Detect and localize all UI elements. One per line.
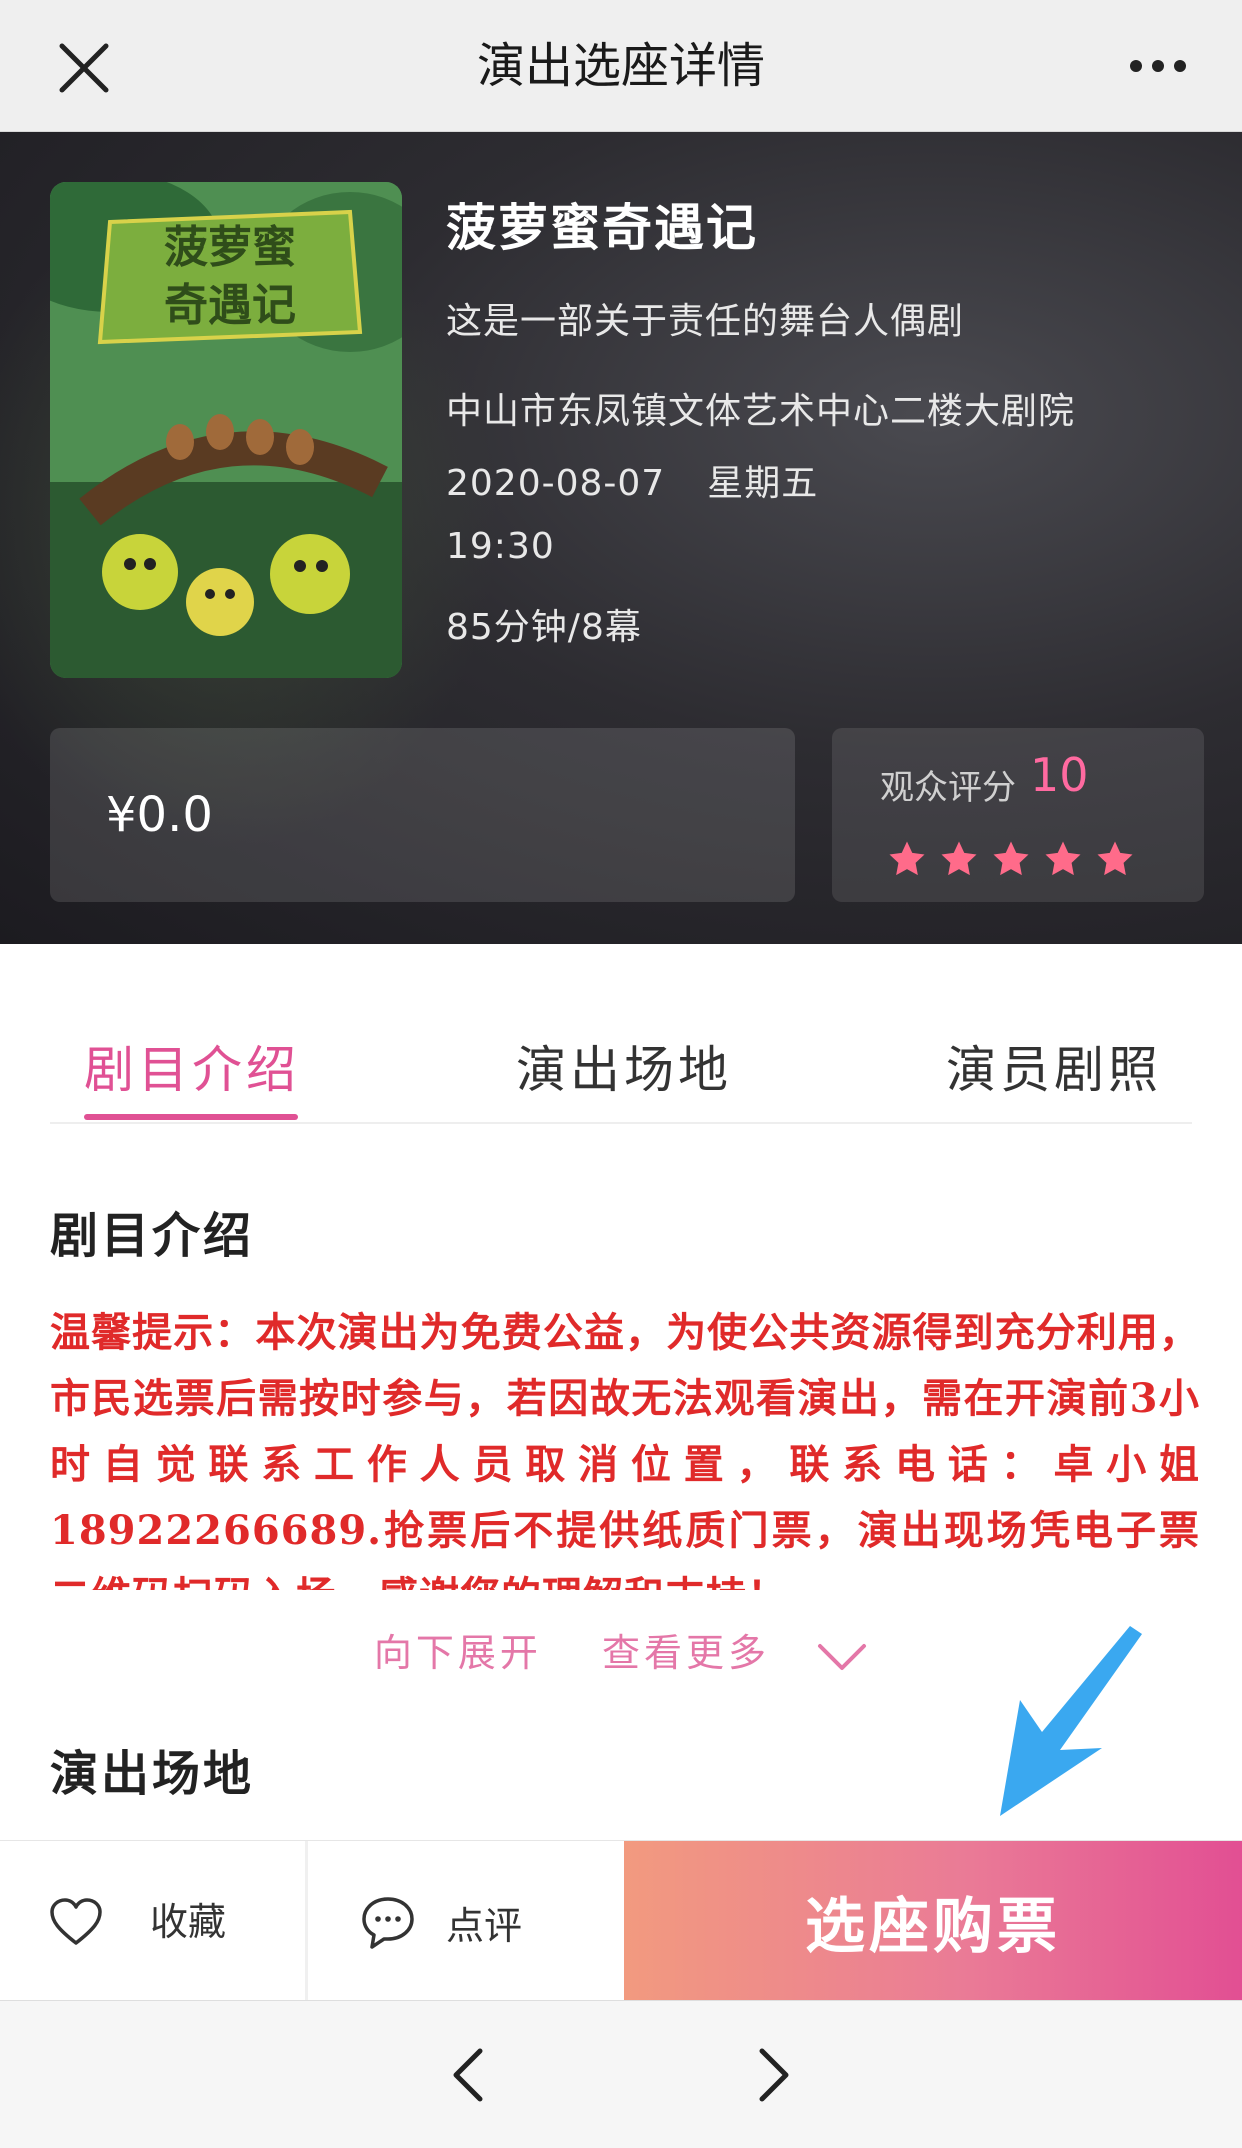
intro-heading: 剧目介绍 <box>50 1208 255 1264</box>
show-title: 菠萝蜜奇遇记 <box>446 199 758 257</box>
browser-nav-bar <box>0 2000 1242 2148</box>
review-label: 点评 <box>446 1904 523 1948</box>
review-button[interactable]: 点评 <box>312 1841 622 2001</box>
show-time: 19:30 <box>446 526 555 567</box>
star-icon <box>1097 841 1133 876</box>
chevron-down-icon <box>818 1643 867 1670</box>
price-box: ¥0.0 <box>50 728 795 902</box>
top-nav-bar: 演出选座详情 <box>0 0 1242 132</box>
back-arrow-icon[interactable] <box>440 2045 500 2105</box>
detail-tabs: 剧目介绍 演出场地 演员剧照 <box>50 1000 1192 1124</box>
comment-icon <box>362 1897 414 1949</box>
expand-label-2: 查看更多 <box>602 1631 771 1675</box>
poster-title-line2: 奇遇记 <box>164 280 296 331</box>
hint-arrow-icon <box>1000 1626 1142 1816</box>
show-venue: 中山市东凤镇文体艺术中心二楼大剧院 <box>446 391 1076 432</box>
rating-label: 观众评分 <box>880 768 1016 808</box>
star-icon <box>1045 841 1081 876</box>
show-hero: 菠萝蜜 奇遇记 菠萝蜜奇遇记 这是一部关于责任的舞台人偶剧 中山市东凤镇文体艺术… <box>0 132 1242 944</box>
rating-stars <box>886 838 1176 882</box>
show-subtitle: 这是一部关于责任的舞台人偶剧 <box>446 301 965 342</box>
star-icon <box>941 841 977 876</box>
tab-intro[interactable]: 剧目介绍 <box>84 1030 300 1102</box>
show-poster[interactable]: 菠萝蜜 奇遇记 <box>50 182 402 678</box>
favorite-label: 收藏 <box>150 1900 227 1944</box>
bottom-action-bar: 收藏 点评 选座购票 <box>0 1840 1242 2001</box>
star-icon <box>993 841 1029 876</box>
forward-arrow-icon[interactable] <box>742 2045 802 2105</box>
show-weekday: 星期五 <box>707 463 819 504</box>
star-icon <box>889 841 925 876</box>
active-tab-indicator <box>84 1114 298 1120</box>
rating-score: 10 <box>1030 748 1089 802</box>
favorite-button[interactable]: 收藏 <box>0 1841 308 2001</box>
expand-label-1: 向下展开 <box>373 1631 542 1675</box>
poster-artwork: 菠萝蜜 奇遇记 <box>50 182 402 678</box>
tab-photos[interactable]: 演员剧照 <box>946 1030 1162 1102</box>
tab-venue[interactable]: 演出场地 <box>516 1030 732 1102</box>
buy-ticket-button[interactable]: 选座购票 <box>624 1841 1242 2001</box>
poster-title-line1: 菠萝蜜 <box>164 222 296 273</box>
venue-heading: 演出场地 <box>50 1746 255 1802</box>
rating-box: 观众评分 10 <box>832 728 1204 902</box>
show-duration: 85分钟/8幕 <box>446 607 642 648</box>
intro-notice: 温馨提示：本次演出为免费公益，为使公共资源得到充分利用，市民选票后需按时参与，若… <box>50 1309 1200 1590</box>
page-title: 演出选座详情 <box>476 38 765 94</box>
show-date-row: 2020-08-07 星期五 <box>446 454 818 506</box>
more-dots-icon[interactable] <box>1126 48 1190 84</box>
price-value: ¥0.0 <box>106 787 213 843</box>
show-date: 2020-08-07 <box>446 463 666 504</box>
heart-icon <box>50 1898 102 1945</box>
